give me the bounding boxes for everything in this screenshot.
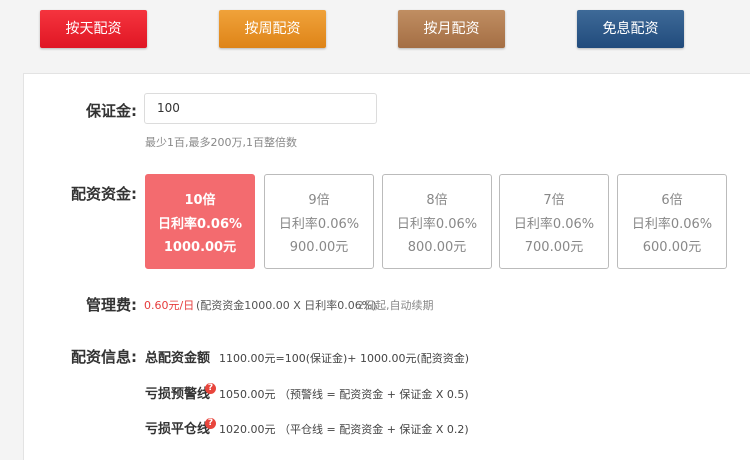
option-amount: 600.00元 [642,240,702,255]
tab-bar: 按天配资 按周配资 按月配资 免息配资 [0,0,750,62]
option-multiple: 8倍 [426,193,448,208]
option-multiple: 9倍 [308,193,330,208]
tab-daily-funding[interactable]: 按天配资 [40,10,147,48]
tab-monthly-funding[interactable]: 按月配资 [398,10,505,48]
tab-interest-free-funding[interactable]: 免息配资 [577,10,684,48]
stop-loss-line-key: 亏损平仓线 [145,422,211,437]
deposit-label: 保证金: [86,102,137,120]
option-rate: 日利率0.06% [513,217,595,232]
funding-info-label: 配资信息: [71,348,137,366]
warning-help-icon[interactable]: ? [205,383,216,394]
funding-label: 配资资金: [71,185,137,203]
funding-option-10x[interactable]: 10倍 日利率0.06% 1000.00元 [145,174,255,269]
fee-amount: 0.60元/日 [144,299,195,312]
option-multiple: 6倍 [661,193,683,208]
fee-formula: (配资资金1000.00 X 日利率0.06%) [196,299,377,312]
option-rate: 日利率0.06% [157,217,243,232]
option-amount: 800.00元 [407,240,467,255]
stop-loss-help-icon[interactable]: ? [205,418,216,429]
warning-line-value: 1050.00元 （预警线 = 配资资金 + 保证金 X 0.5) [219,388,469,401]
total-funding-key: 总配资金额 [145,351,211,366]
option-rate: 日利率0.06% [631,217,713,232]
total-funding-value: 1100.00元=100(保证金)+ 1000.00元(配资资金) [219,352,470,365]
funding-option-9x[interactable]: 9倍 日利率0.06% 900.00元 [264,174,374,269]
deposit-hint: 最少1百,最多200万,1百整倍数 [145,136,297,149]
option-amount: 900.00元 [289,240,349,255]
warning-line-key: 亏损预警线 [145,387,211,402]
funding-option-6x[interactable]: 6倍 日利率0.06% 600.00元 [617,174,727,269]
option-multiple: 10倍 [184,193,216,208]
funding-option-7x[interactable]: 7倍 日利率0.06% 700.00元 [499,174,609,269]
option-amount: 1000.00元 [163,240,237,255]
fee-note: 2日起,自动续期 [357,299,434,312]
option-rate: 日利率0.06% [396,217,478,232]
option-amount: 700.00元 [524,240,584,255]
funding-option-8x[interactable]: 8倍 日利率0.06% 800.00元 [382,174,492,269]
management-fee-label: 管理费: [86,296,137,314]
option-rate: 日利率0.06% [278,217,360,232]
option-multiple: 7倍 [543,193,565,208]
stop-loss-line-value: 1020.00元 （平仓线 = 配资资金 + 保证金 X 0.2) [219,423,469,436]
tab-weekly-funding[interactable]: 按周配资 [219,10,326,48]
deposit-input[interactable]: 100 [144,93,377,124]
